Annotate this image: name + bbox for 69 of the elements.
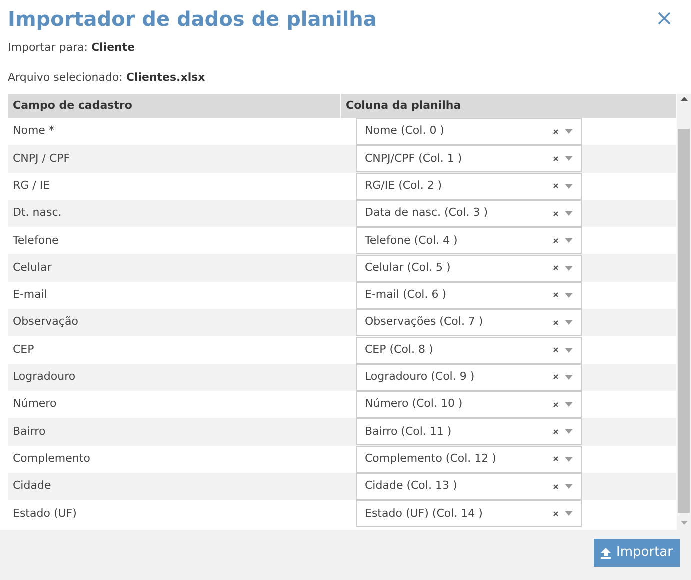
clear-icon[interactable] bbox=[553, 128, 559, 135]
dropdown-caret-icon[interactable] bbox=[565, 129, 573, 134]
clear-icon[interactable] bbox=[553, 238, 559, 244]
field-label: Complemento bbox=[13, 452, 90, 465]
upload-icon bbox=[600, 548, 611, 558]
clear-icon[interactable] bbox=[553, 210, 559, 217]
scroll-down-icon[interactable] bbox=[680, 521, 688, 525]
field-label: Estado (UF) bbox=[13, 506, 77, 520]
dialog-title: Importador de dados de planilha bbox=[8, 6, 377, 33]
scroll-up-icon[interactable] bbox=[680, 97, 688, 101]
dropdown-caret-icon[interactable] bbox=[565, 320, 573, 326]
column-select[interactable]: CNPJ/CPF (Col. 1 ) bbox=[356, 145, 582, 172]
field-label: CEP bbox=[13, 342, 34, 356]
field-label: Observação bbox=[13, 315, 78, 328]
field-label: CNPJ / CPF bbox=[13, 152, 70, 165]
field-label: Dt. nasc. bbox=[13, 206, 62, 220]
column-select[interactable]: CEP (Col. 8 ) bbox=[356, 336, 582, 364]
field-label: E-mail bbox=[13, 288, 48, 302]
field-label: Número bbox=[13, 397, 57, 410]
field-label: RG / IE bbox=[13, 178, 50, 192]
column-select[interactable]: Cidade (Col. 13 ) bbox=[356, 473, 582, 500]
dropdown-caret-icon[interactable] bbox=[565, 211, 573, 216]
clear-icon[interactable] bbox=[553, 347, 559, 354]
column-select[interactable]: Nome (Col. 0 ) bbox=[356, 118, 582, 146]
column-select[interactable]: Número (Col. 10 ) bbox=[356, 391, 582, 418]
column-select[interactable]: Complemento (Col. 12 ) bbox=[356, 446, 582, 473]
clear-icon[interactable] bbox=[553, 428, 559, 435]
field-label: Telefone bbox=[13, 234, 59, 247]
column-select[interactable]: Estado (UF) (Col. 14 ) bbox=[356, 500, 582, 528]
dropdown-caret-icon[interactable] bbox=[565, 238, 573, 244]
clear-icon[interactable] bbox=[553, 183, 559, 190]
dropdown-caret-icon[interactable] bbox=[565, 348, 573, 353]
clear-icon[interactable] bbox=[553, 265, 559, 272]
selected-file-text: Arquivo selecionado: Clientes.xlsx bbox=[8, 71, 206, 84]
dropdown-caret-icon[interactable] bbox=[565, 292, 573, 298]
column-select[interactable]: Logradouro (Col. 9 ) bbox=[356, 364, 582, 391]
scrollbar[interactable] bbox=[677, 94, 691, 530]
clear-icon[interactable] bbox=[553, 456, 559, 462]
column-select[interactable]: RG/IE (Col. 2 ) bbox=[356, 172, 582, 200]
dropdown-caret-icon[interactable] bbox=[565, 511, 573, 516]
column-select[interactable]: Telefone (Col. 4 ) bbox=[356, 227, 582, 254]
clear-icon[interactable] bbox=[553, 484, 559, 490]
dropdown-caret-icon[interactable] bbox=[565, 266, 573, 271]
column-select[interactable]: Data de nasc. (Col. 3 ) bbox=[356, 200, 582, 228]
field-label: Cidade bbox=[13, 479, 52, 492]
column-select[interactable]: Bairro (Col. 11 ) bbox=[356, 418, 582, 446]
dropdown-caret-icon[interactable] bbox=[565, 429, 573, 434]
field-label: Bairro bbox=[13, 424, 46, 438]
column-select[interactable]: E-mail (Col. 6 ) bbox=[356, 282, 582, 309]
clear-icon[interactable] bbox=[553, 374, 559, 380]
close-icon[interactable] bbox=[658, 12, 671, 25]
dropdown-caret-icon[interactable] bbox=[565, 456, 573, 462]
clear-icon[interactable] bbox=[553, 320, 559, 326]
clear-icon[interactable] bbox=[553, 156, 559, 162]
field-label: Nome * bbox=[13, 124, 54, 138]
column-header: Coluna da planilha bbox=[345, 98, 462, 114]
clear-icon[interactable] bbox=[553, 510, 559, 517]
dropdown-caret-icon[interactable] bbox=[565, 156, 573, 162]
import-target-text: Importar para: Cliente bbox=[8, 41, 136, 54]
dropdown-caret-icon[interactable] bbox=[565, 402, 573, 408]
dropdown-caret-icon[interactable] bbox=[565, 484, 573, 489]
clear-icon[interactable] bbox=[553, 292, 559, 298]
clear-icon[interactable] bbox=[553, 402, 559, 408]
dropdown-caret-icon[interactable] bbox=[565, 374, 573, 380]
dropdown-caret-icon[interactable] bbox=[565, 184, 573, 189]
column-select[interactable]: Observações (Col. 7 ) bbox=[356, 309, 582, 336]
column-select[interactable]: Celular (Col. 5 ) bbox=[356, 254, 582, 282]
field-label: Celular bbox=[13, 260, 52, 274]
field-label: Logradouro bbox=[13, 370, 76, 384]
